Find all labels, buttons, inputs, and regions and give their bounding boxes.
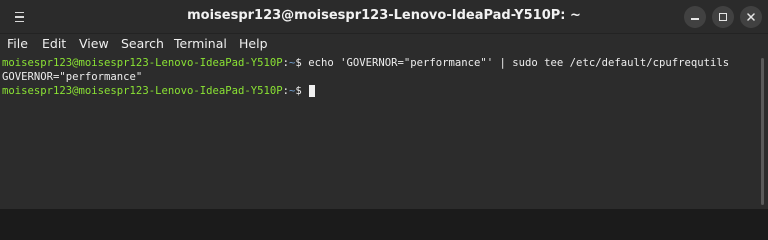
maximize-icon [719, 13, 727, 21]
scrollbar[interactable] [757, 54, 768, 209]
scrollbar-thumb[interactable] [761, 58, 764, 205]
menu-view[interactable]: View [79, 36, 109, 51]
close-icon [747, 13, 755, 21]
prompt-user-host: moisespr123@moisespr123-Lenovo-IdeaPad-Y… [2, 85, 283, 97]
prompt-user-host: moisespr123@moisespr123-Lenovo-IdeaPad-Y… [2, 57, 283, 69]
close-button[interactable] [740, 6, 762, 28]
menu-edit[interactable]: Edit [42, 36, 66, 51]
minimize-icon [691, 18, 699, 20]
terminal-window: moisespr123@moisespr123-Lenovo-IdeaPad-Y… [0, 0, 768, 209]
window-title: moisespr123@moisespr123-Lenovo-IdeaPad-Y… [187, 8, 581, 23]
command-text: echo 'GOVERNOR="performance"' | sudo tee… [308, 57, 730, 69]
title-bar[interactable]: moisespr123@moisespr123-Lenovo-IdeaPad-Y… [0, 0, 768, 34]
text-cursor [309, 85, 316, 97]
menu-terminal[interactable]: Terminal [174, 36, 227, 51]
prompt-symbol: $ [295, 85, 309, 97]
terminal-line: moisespr123@moisespr123-Lenovo-IdeaPad-Y… [2, 56, 756, 70]
minimize-button[interactable] [684, 6, 706, 28]
terminal-line: GOVERNOR="performance" [2, 70, 756, 84]
command-output: GOVERNOR="performance" [2, 71, 143, 83]
maximize-button[interactable] [712, 6, 734, 28]
terminal-output[interactable]: moisespr123@moisespr123-Lenovo-IdeaPad-Y… [0, 54, 756, 209]
menu-file[interactable]: File [7, 36, 28, 51]
menu-help[interactable]: Help [239, 36, 268, 51]
menu-bar: File Edit View Search Terminal Help [0, 34, 768, 54]
menu-search[interactable]: Search [121, 36, 164, 51]
prompt-symbol: $ [295, 57, 309, 69]
terminal-line: moisespr123@moisespr123-Lenovo-IdeaPad-Y… [2, 84, 756, 98]
